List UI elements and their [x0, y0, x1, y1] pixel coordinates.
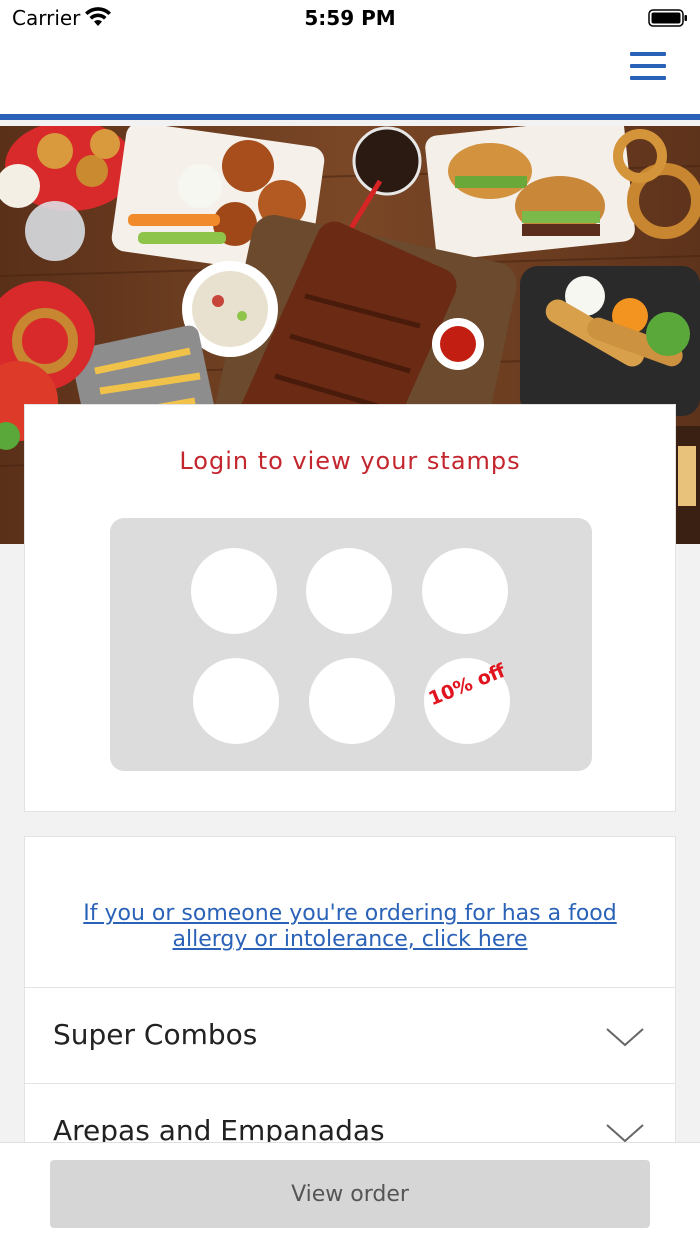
- hamburger-menu-icon[interactable]: [630, 52, 666, 86]
- nav-bar: [0, 36, 700, 120]
- view-order-button[interactable]: View order: [50, 1160, 650, 1228]
- stamp-slot: [193, 658, 279, 744]
- chevron-down-icon: [606, 1124, 644, 1143]
- stamp-slot: [191, 548, 277, 634]
- allergy-info-link[interactable]: If you or someone you're ordering for ha…: [55, 901, 645, 953]
- menu-category-super-combos[interactable]: Super Combos: [25, 987, 675, 1083]
- stamp-slot: [422, 548, 508, 634]
- battery-icon: [648, 9, 687, 27]
- reward-label: 10% off: [425, 659, 509, 711]
- reward-stamp: 10% off: [424, 658, 510, 744]
- stamp-grid: 10% off: [110, 518, 592, 771]
- stamp-card: Login to view your stamps 10% off: [24, 404, 676, 812]
- stamp-slot: [306, 548, 392, 634]
- bottom-bar: View order: [0, 1142, 700, 1244]
- category-label: Super Combos: [53, 1018, 258, 1051]
- menu-section: If you or someone you're ordering for ha…: [24, 836, 676, 1179]
- status-bar: Carrier 5:59 PM: [0, 0, 700, 36]
- chevron-down-icon: [606, 1028, 644, 1047]
- login-to-view-stamps-link[interactable]: Login to view your stamps: [25, 447, 675, 475]
- stamp-slot: [309, 658, 395, 744]
- clock: 5:59 PM: [304, 6, 396, 30]
